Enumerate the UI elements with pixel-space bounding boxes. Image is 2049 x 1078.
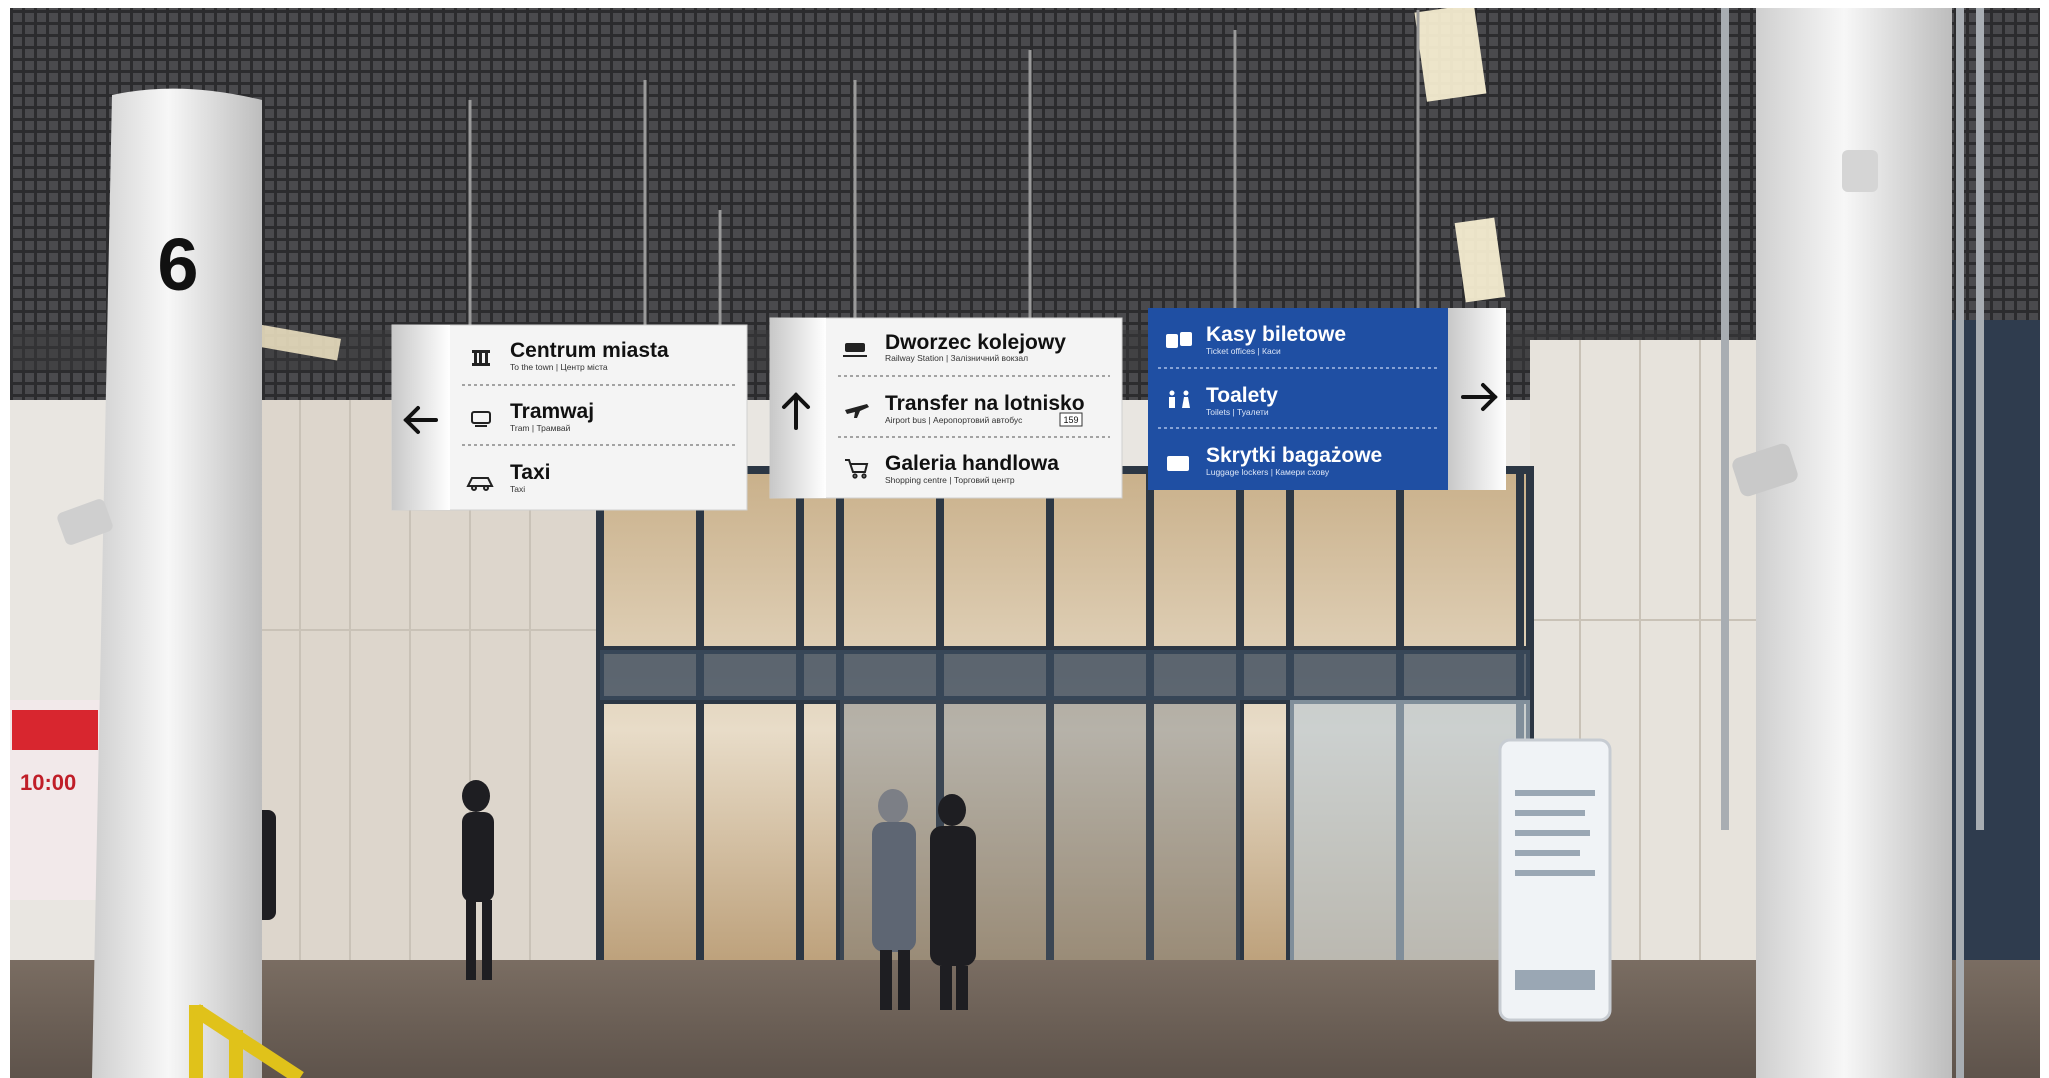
locker-icon: [1167, 456, 1189, 471]
sign-left-subtitle-0: To the town | Центр міста: [510, 362, 608, 372]
sign-middle-subtitle-2: Shopping centre | Торговий центр: [885, 475, 1015, 485]
sign-left-title-1: Tramwaj: [510, 400, 594, 423]
sign-right-title-1: Toalety: [1206, 384, 1278, 407]
station-scene: 10:00 6 Centrum miasta To the town | Цен…: [0, 0, 2049, 1078]
pillar-right: [1732, 8, 1952, 1078]
sign-middle-title-1: Transfer na lotnisko: [885, 392, 1085, 415]
sign-middle: Dworzec kolejowy Railway Station | Заліз…: [769, 317, 1123, 499]
banner-stand: [1498, 738, 1612, 1022]
pillar-number: 6: [157, 223, 198, 306]
sign-right-subtitle-1: Toilets | Туалети: [1206, 407, 1269, 417]
sign-left-title-0: Centrum miasta: [510, 339, 669, 362]
sign-middle-title-2: Galeria handlowa: [885, 452, 1059, 475]
sign-right-title-0: Kasy biletowe: [1206, 323, 1346, 346]
sign-left-subtitle-1: Tram | Трамвай: [510, 423, 571, 433]
sign-middle-subtitle-1: Airport bus | Аеропортовий автобус: [885, 415, 1023, 425]
sign-right: Kasy biletowe Ticket offices | Каси Toal…: [1148, 308, 1506, 490]
floor: [10, 960, 2040, 1078]
sign-middle-subtitle-0: Railway Station | Залізничний вокзал: [885, 353, 1028, 363]
bus-line-number: 159: [1063, 415, 1078, 425]
sign-left: Centrum miasta To the town | Центр міста…: [391, 324, 748, 511]
sign-left-subtitle-2: Taxi: [510, 484, 525, 494]
sign-middle-title-0: Dworzec kolejowy: [885, 331, 1066, 354]
glass-facade: [596, 466, 1534, 994]
sign-right-subtitle-0: Ticket offices | Каси: [1206, 346, 1281, 356]
sign-right-title-2: Skrytki bagażowe: [1206, 444, 1382, 467]
sign-right-subtitle-2: Luggage lockers | Камери схову: [1206, 467, 1330, 477]
building-icon: [472, 350, 490, 366]
svg-text:10:00: 10:00: [20, 770, 76, 795]
sign-left-title-2: Taxi: [510, 461, 550, 484]
